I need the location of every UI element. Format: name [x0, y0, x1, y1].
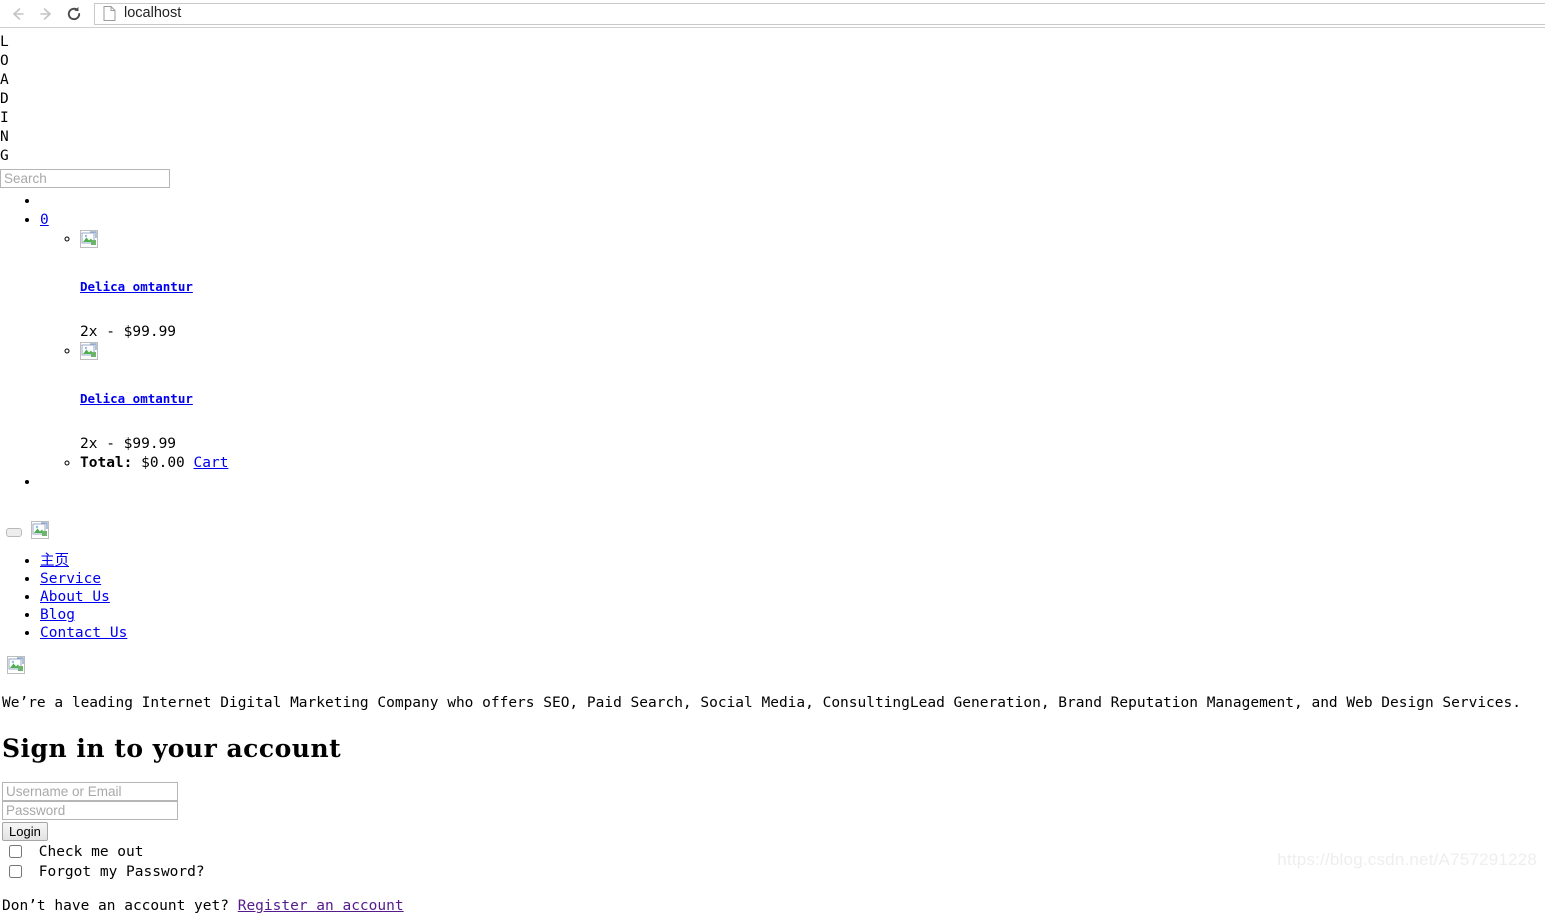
arrow-right-icon — [37, 5, 55, 23]
main-navigation: 主页 Service About Us Blog Contact Us — [0, 552, 1545, 642]
nav-link-blog[interactable]: Blog — [40, 607, 75, 623]
nav-item-about-us[interactable]: About Us — [40, 588, 1545, 606]
cart-item-title[interactable]: Delica omtantur — [80, 277, 1545, 296]
cart-item[interactable]: Delica omtantur 2x - $99.99 — [80, 230, 1545, 342]
utility-nav-item-empty[interactable] — [40, 192, 1545, 211]
cart-total-value: $0.00 — [141, 455, 185, 471]
broken-image-icon — [80, 342, 98, 360]
back-button[interactable] — [4, 1, 32, 27]
broken-image-icon[interactable] — [31, 521, 49, 539]
register-account-link[interactable]: Register an account — [238, 898, 404, 914]
cart-total-row: Total: $0.00 Cart — [80, 454, 1545, 473]
register-prompt-text: Don’t have an account yet? — [2, 898, 229, 914]
page-document-icon — [103, 6, 116, 21]
check-me-out-checkbox[interactable] — [9, 845, 22, 858]
login-button[interactable]: Login — [2, 822, 48, 841]
password-field[interactable] — [2, 801, 178, 820]
search-input[interactable] — [0, 169, 170, 188]
nav-link-home[interactable]: 主页 — [40, 553, 69, 569]
page-title: Sign in to your account — [2, 734, 342, 763]
cart-item-price: 2x - $99.99 — [80, 436, 177, 452]
nav-item-service[interactable]: Service — [40, 570, 1545, 588]
address-bar-text: localhost — [124, 5, 182, 22]
watermark-text: https://blog.csdn.net/A757291228 — [1277, 850, 1537, 869]
page-content: LOADING 0 — [0, 28, 1545, 916]
company-tagline: We’re a leading Internet Digital Marketi… — [2, 695, 1521, 711]
cart-dropdown-list: Delica omtantur 2x - $99.99 — [40, 230, 1545, 473]
cart-item-title[interactable]: Delica omtantur — [80, 389, 1545, 408]
navbar-brand-row — [0, 516, 1545, 542]
navbar-toggle-icon[interactable] — [6, 528, 22, 537]
arrow-left-icon — [9, 5, 27, 23]
username-field[interactable] — [2, 782, 178, 801]
browser-toolbar: localhost — [0, 0, 1545, 28]
forward-button[interactable] — [32, 1, 60, 27]
forgot-password-checkbox[interactable] — [9, 865, 22, 878]
check-me-out-label: Check me out — [38, 844, 144, 860]
broken-image-icon — [80, 230, 98, 248]
utility-nav-list: 0 — [0, 192, 1545, 492]
utility-nav-item-trailing[interactable] — [40, 473, 1545, 492]
cart-menu-item[interactable]: 0 — [40, 211, 1545, 473]
nav-item-contact-us[interactable]: Contact Us — [40, 624, 1545, 642]
nav-item-home[interactable]: 主页 — [40, 552, 1545, 570]
cart-count-link[interactable]: 0 — [40, 212, 49, 228]
cart-item[interactable]: Delica omtantur 2x - $99.99 — [80, 342, 1545, 454]
nav-link-about-us[interactable]: About Us — [40, 589, 110, 605]
broken-image-icon — [7, 656, 25, 674]
forgot-password-label: Forgot my Password? — [38, 864, 205, 880]
cart-item-price: 2x - $99.99 — [80, 324, 177, 340]
address-bar[interactable]: localhost — [94, 2, 1545, 25]
cart-total-label: Total: — [80, 455, 133, 471]
reload-icon — [65, 5, 83, 23]
reload-button[interactable] — [60, 1, 88, 27]
nav-item-blog[interactable]: Blog — [40, 606, 1545, 624]
cart-page-link[interactable]: Cart — [194, 455, 229, 471]
loading-indicator-text: LOADING — [0, 34, 9, 164]
register-prompt-row: Don’t have an account yet? Register an a… — [0, 897, 1545, 916]
nav-link-contact-us[interactable]: Contact Us — [40, 625, 127, 641]
nav-link-service[interactable]: Service — [40, 571, 101, 587]
hero-logo-row — [0, 656, 1545, 674]
